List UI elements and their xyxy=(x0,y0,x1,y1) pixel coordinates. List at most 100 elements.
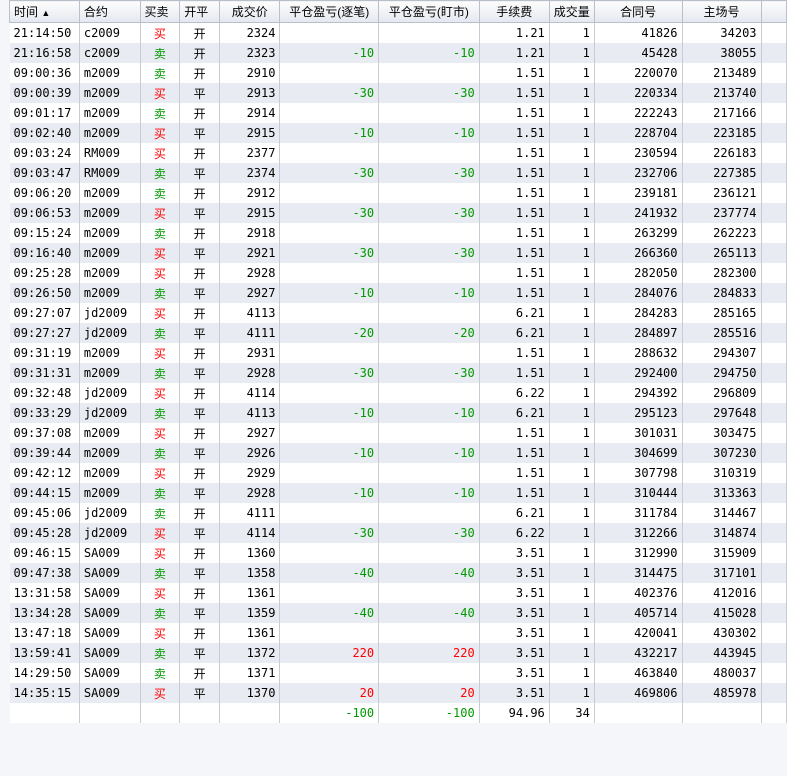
table-row[interactable]: 09:01:17 m2009 卖开 2914 1.51 1 222243 217166 xyxy=(9,103,787,123)
cell-blank xyxy=(761,563,787,583)
table-row[interactable]: 09:00:39 m2009 买平 2913 -30 -30 1.51 1 220334 2137… xyxy=(9,83,787,103)
cell-trade-no: 317101 xyxy=(682,563,762,583)
table-row[interactable]: 21:14:50 c2009 买开 2324 1.21 1 41826 34203 xyxy=(9,22,787,43)
cell-order-no: 420041 xyxy=(594,623,683,643)
cell-price: 2324 xyxy=(219,22,281,43)
cell-open-close: 开 xyxy=(179,343,221,363)
cell-contract: m2009 xyxy=(79,183,141,203)
cell-volume: 1 xyxy=(549,223,595,243)
cell-side: 卖 xyxy=(140,603,181,623)
column-header-price[interactable]: 成交价 xyxy=(219,0,281,23)
column-header-contract[interactable]: 合约 xyxy=(78,0,141,23)
table-row[interactable]: 14:29:50 SA009 卖开 1371 3.51 1 463840 480037 xyxy=(9,663,787,683)
cell-open-close: 开 xyxy=(179,503,221,523)
cell-volume: 1 xyxy=(549,403,595,423)
table-row[interactable]: 09:32:48 jd2009 买开 4114 6.22 1 294392 296809 xyxy=(9,383,787,403)
table-row[interactable]: 09:37:08 m2009 买开 2927 1.51 1 301031 303475 xyxy=(9,423,787,443)
table-row[interactable]: 09:03:24 RM009 买开 2377 1.51 1 230594 226183 xyxy=(9,143,787,163)
column-header-order-no[interactable]: 合同号 xyxy=(593,0,683,23)
cell-time: 09:26:50 xyxy=(9,283,80,303)
cell-trade-no: 314467 xyxy=(682,503,762,523)
column-header-side[interactable]: 买卖 xyxy=(139,0,181,23)
table-row[interactable]: 09:27:07 jd2009 买开 4113 6.21 1 284283 285165 xyxy=(9,303,787,323)
table-row[interactable]: 09:06:53 m2009 买平 2915 -30 -30 1.51 1 241932 2377… xyxy=(9,203,787,223)
cell-pnl-net xyxy=(279,663,380,683)
table-row[interactable]: 09:03:47 RM009 卖平 2374 -30 -30 1.51 1 232706 2273… xyxy=(9,163,787,183)
table-row[interactable]: 09:16:40 m2009 买平 2921 -30 -30 1.51 1 266360 2651… xyxy=(9,243,787,263)
cell-pnl-mtm: -10 xyxy=(378,283,480,303)
cell-order-no: 288632 xyxy=(594,343,683,363)
cell-volume: 1 xyxy=(549,63,595,83)
cell-fee: 3.51 xyxy=(479,683,550,703)
table-row[interactable]: 09:02:40 m2009 买平 2915 -10 -10 1.51 1 228704 2231… xyxy=(9,123,787,143)
cell-contract: jd2009 xyxy=(79,383,141,403)
table-row[interactable]: 09:33:29 jd2009 卖平 4113 -10 -10 6.21 1 295123 297… xyxy=(9,403,787,423)
cell-pnl-mtm xyxy=(378,623,480,643)
cell-volume: 1 xyxy=(549,623,595,643)
cell-blank xyxy=(761,403,787,423)
table-row[interactable]: 09:31:31 m2009 卖平 2928 -30 -30 1.51 1 292400 2947… xyxy=(9,363,787,383)
table-row[interactable]: 09:44:15 m2009 卖平 2928 -10 -10 1.51 1 310444 3133… xyxy=(9,483,787,503)
table-row[interactable]: 13:47:18 SA009 买开 1361 3.51 1 420041 430302 xyxy=(9,623,787,643)
cell-order-no: 314475 xyxy=(594,563,683,583)
total-blank-cell xyxy=(594,703,683,723)
table-row[interactable]: 09:06:20 m2009 卖开 2912 1.51 1 239181 236121 xyxy=(9,183,787,203)
cell-open-close: 开 xyxy=(179,143,221,163)
table-row[interactable]: 09:27:27 jd2009 卖平 4111 -20 -20 6.21 1 284897 285… xyxy=(9,323,787,343)
table-row[interactable]: 09:42:12 m2009 买开 2929 1.51 1 307798 310319 xyxy=(9,463,787,483)
sort-ascending-icon: ▲ xyxy=(41,8,51,18)
column-header-trade-no[interactable]: 主场号 xyxy=(681,0,762,23)
cell-pnl-net: -10 xyxy=(279,283,380,303)
cell-pnl-mtm: -10 xyxy=(378,483,480,503)
cell-side: 买 xyxy=(140,243,181,263)
table-row[interactable]: 09:39:44 m2009 卖平 2926 -10 -10 1.51 1 304699 3072… xyxy=(9,443,787,463)
table-row[interactable]: 09:25:28 m2009 买开 2928 1.51 1 282050 282300 xyxy=(9,263,787,283)
cell-fee: 1.51 xyxy=(479,183,550,203)
table-row[interactable]: 09:31:19 m2009 买开 2931 1.51 1 288632 294307 xyxy=(9,343,787,363)
cell-blank xyxy=(761,263,787,283)
column-header-fee[interactable]: 手续费 xyxy=(478,0,550,23)
table-row[interactable]: 14:35:15 SA009 买平 1370 20 20 3.51 1 469806 485978 xyxy=(9,683,787,703)
table-row[interactable]: 09:46:15 SA009 买开 1360 3.51 1 312990 315909 xyxy=(9,543,787,563)
table-row[interactable]: 09:47:38 SA009 卖平 1358 -40 -40 3.51 1 314475 3171… xyxy=(9,563,787,583)
cell-fee: 1.51 xyxy=(479,483,550,503)
cell-pnl-mtm xyxy=(378,223,480,243)
table-row[interactable]: 13:59:41 SA009 卖平 1372 220 220 3.51 1 432217 4439… xyxy=(9,643,787,663)
cell-trade-no: 265113 xyxy=(682,243,762,263)
cell-pnl-net: -30 xyxy=(279,83,380,103)
cell-volume: 1 xyxy=(549,603,595,623)
cell-fee: 6.21 xyxy=(479,303,550,323)
table-row[interactable]: 13:31:58 SA009 买开 1361 3.51 1 402376 412016 xyxy=(9,583,787,603)
cell-pnl-net xyxy=(279,63,380,83)
cell-price: 2931 xyxy=(219,343,281,363)
table-row[interactable]: 09:45:28 jd2009 买平 4114 -30 -30 6.22 1 312266 314… xyxy=(9,523,787,543)
table-row[interactable]: 09:45:06 jd2009 卖开 4111 6.21 1 311784 314467 xyxy=(9,503,787,523)
table-row[interactable]: 09:00:36 m2009 卖开 2910 1.51 1 220070 213489 xyxy=(9,63,787,83)
cell-blank xyxy=(761,463,787,483)
table-row[interactable]: 21:16:58 c2009 卖开 2323 -10 -10 1.21 1 45428 38055 xyxy=(9,43,787,63)
table-row[interactable]: 09:15:24 m2009 卖开 2918 1.51 1 263299 262223 xyxy=(9,223,787,243)
column-header-time[interactable]: 时间 ▲ xyxy=(9,0,80,23)
cell-side: 买 xyxy=(140,623,181,643)
cell-trade-no: 227385 xyxy=(682,163,762,183)
table-row[interactable]: 13:34:28 SA009 卖平 1359 -40 -40 3.51 1 405714 4150… xyxy=(9,603,787,623)
cell-time: 14:29:50 xyxy=(9,663,80,683)
cell-blank xyxy=(761,583,787,603)
cell-pnl-mtm xyxy=(378,103,480,123)
cell-price: 4111 xyxy=(219,323,281,343)
cell-volume: 1 xyxy=(549,263,595,283)
cell-price: 2323 xyxy=(219,43,281,63)
column-header-pnl-net[interactable]: 平仓盈亏(逐笔) xyxy=(279,0,380,23)
cell-open-close: 平 xyxy=(179,323,221,343)
column-header-volume[interactable]: 成交量 xyxy=(548,0,595,23)
column-header-pnl-mtm[interactable]: 平仓盈亏(盯市) xyxy=(378,0,480,23)
column-header-open-close[interactable]: 开平 xyxy=(179,0,221,23)
cell-fee: 1.51 xyxy=(479,163,550,183)
cell-open-close: 开 xyxy=(179,43,221,63)
cell-trade-no: 303475 xyxy=(682,423,762,443)
cell-pnl-net: -40 xyxy=(279,603,380,623)
total-blank-cell xyxy=(140,703,181,723)
table-row[interactable]: 09:26:50 m2009 卖平 2927 -10 -10 1.51 1 284076 2848… xyxy=(9,283,787,303)
cell-volume: 1 xyxy=(549,303,595,323)
cell-contract: m2009 xyxy=(79,423,141,443)
